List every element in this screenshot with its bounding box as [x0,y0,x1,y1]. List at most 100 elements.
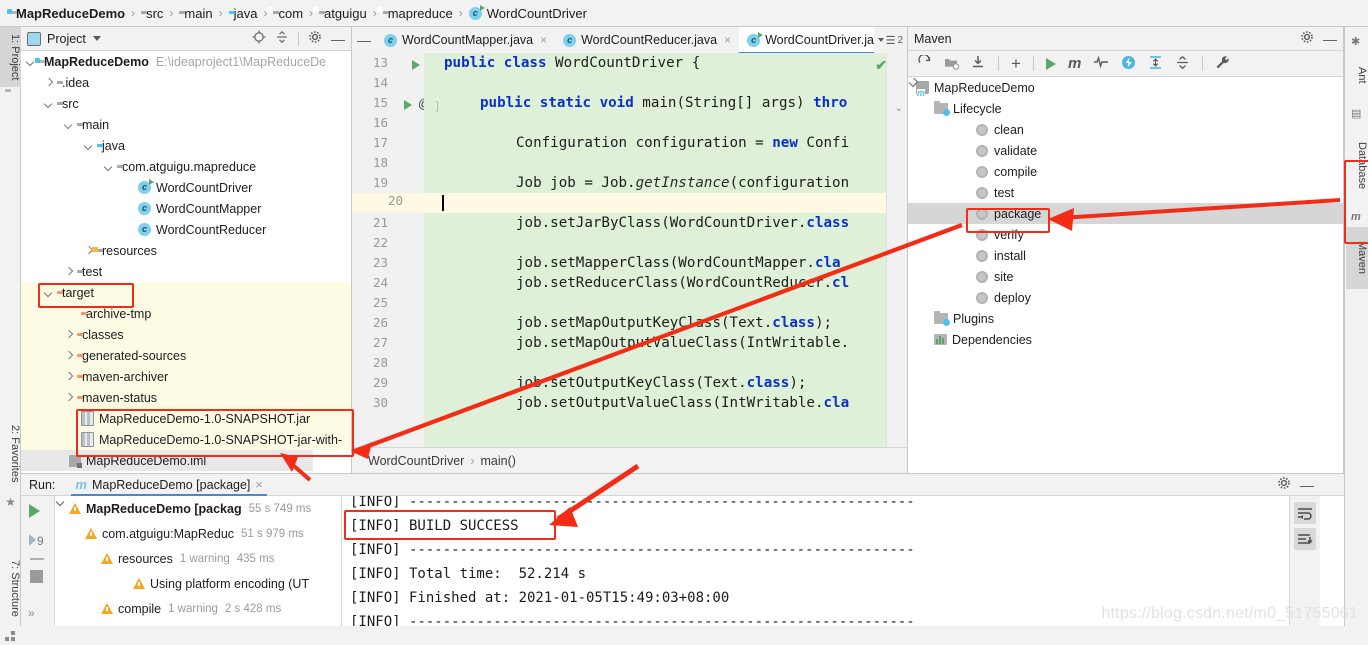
tree-item-jar-with-dependencies[interactable]: MapReduceDemo-1.0-SNAPSHOT-jar-with- [21,429,351,450]
breadcrumb-item-project[interactable]: MapReduceDemo [7,6,127,21]
build-tree-item-encoding-warning[interactable]: Using platform encoding (UT [55,571,341,596]
sidebar-item-favorites[interactable]: 2: Favorites [0,415,21,493]
tab-overflow-button[interactable]: ☰ 2 [874,27,907,53]
build-tree-item-compile[interactable]: compile 1 warning 2 s 428 ms [55,596,341,621]
project-tree[interactable]: MapReduceDemo E:\ideaproject1\MapReduceD… [21,51,351,473]
breadcrumb-item-class[interactable]: c WordCountDriver [467,4,589,21]
maven-tree-item-lifecycle[interactable]: Lifecycle [908,98,1343,119]
run-method-gutter-icon[interactable] [404,100,412,110]
breadcrumb-class[interactable]: WordCountDriver [368,454,464,468]
chevron-right-icon[interactable] [43,77,54,88]
maven-goal-install[interactable]: install [908,245,1343,266]
close-icon[interactable]: × [540,33,547,47]
breadcrumb-item-mapreduce[interactable]: mapreduce [376,6,455,21]
tree-item-maven-archiver[interactable]: maven-archiver [21,366,351,387]
tree-item-jar[interactable]: MapReduceDemo-1.0-SNAPSHOT.jar [21,408,351,429]
sidebar-item-database[interactable]: Database [1346,123,1368,209]
sidebar-item-ant[interactable]: Ant [1346,53,1368,98]
chevron-right-icon[interactable] [63,392,74,403]
stop-icon[interactable] [30,570,43,583]
maven-tree-item-project[interactable]: MapReduceDemo [908,77,1343,98]
chevron-right-icon[interactable] [63,329,74,340]
rerun-icon[interactable] [29,504,40,518]
tree-item-wordcountmapper[interactable]: c WordCountMapper [21,198,351,219]
close-icon[interactable]: × [724,33,731,47]
tree-item-resources[interactable]: resources [21,240,351,261]
chevron-down-icon[interactable] [83,140,94,151]
run-icon[interactable] [1045,57,1056,70]
tree-item-maven-status[interactable]: maven-status [21,387,351,408]
chevron-down-icon[interactable] [43,287,54,298]
soft-wrap-icon[interactable] [1294,502,1316,524]
chevron-down-icon[interactable]: ⌄ [895,103,903,114]
download-sources-icon[interactable] [971,55,986,73]
chevron-down-icon[interactable] [63,119,74,130]
build-tree-item-module[interactable]: com.atguigu:MapReduc 51 s 979 ms [55,521,341,546]
minimize-icon[interactable]: — [1300,478,1314,492]
breadcrumb-item-main[interactable]: main [177,6,214,21]
close-icon[interactable]: × [255,478,262,492]
chevron-down-icon[interactable] [92,36,101,41]
tab-wordcountdriver[interactable]: c WordCountDriver.java [739,27,874,53]
tree-item-idea[interactable]: .idea [21,72,351,93]
maven-tree[interactable]: MapReduceDemo Lifecycle clean validate c… [908,77,1343,473]
gear-icon[interactable] [1277,476,1291,493]
maven-goal-site[interactable]: site [908,266,1343,287]
maven-goal-deploy[interactable]: deploy [908,287,1343,308]
build-tree-item-root[interactable]: MapReduceDemo [packag 55 s 749 ms [55,496,341,521]
code-text[interactable]: public class WordCountDriver { public st… [436,53,907,448]
tree-item-module[interactable]: MapReduceDemo E:\ideaproject1\MapReduceD… [21,51,351,72]
breadcrumb-item-src[interactable]: src [139,6,165,21]
breadcrumb-item-java[interactable]: java [227,6,260,21]
chevron-right-icon[interactable] [63,371,74,382]
tree-item-wordcountreducer[interactable]: c WordCountReducer [21,219,351,240]
collapse-all-icon[interactable] [1175,55,1190,73]
locate-icon[interactable] [252,30,266,47]
minimize-icon[interactable]: — [331,32,345,46]
tree-item-package[interactable]: com.atguigu.mapreduce [21,156,351,177]
gear-icon[interactable] [1300,30,1314,47]
chevron-down-icon[interactable] [43,98,54,109]
tree-item-java[interactable]: java [21,135,351,156]
chevron-right-icon[interactable] [63,350,74,361]
maven-goal-verify[interactable]: verify [908,224,1343,245]
scroll-to-end-icon[interactable] [1294,528,1316,550]
run-build-tree[interactable]: MapReduceDemo [packag 55 s 749 ms com.at… [55,496,342,626]
offline-mode-icon[interactable] [1121,55,1136,73]
build-tree-item-file-encoding-warning[interactable]: File encoding has not been s [55,621,341,626]
more-icon[interactable]: » [28,606,35,620]
tree-item-iml[interactable]: MapReduceDemo.iml [21,450,313,471]
tree-item-archive-tmp[interactable]: archive-tmp [21,303,351,324]
breadcrumb-method[interactable]: main() [481,454,516,468]
tab-wordcountmapper[interactable]: c WordCountMapper.java × [376,27,555,53]
maven-tree-item-plugins[interactable]: Plugins [908,308,1343,329]
maven-goal-test[interactable]: test [908,182,1343,203]
tree-item-src[interactable]: src [21,93,351,114]
plus-icon[interactable]: + [1011,55,1021,72]
maven-goal-icon[interactable]: m [1068,55,1081,72]
maven-goal-package[interactable]: package [908,203,1343,224]
expand-icon[interactable] [1148,55,1163,73]
build-tree-item-resources[interactable]: resources 1 warning 435 ms [55,546,341,571]
run-tab-mapreducedemo-package[interactable]: m MapReduceDemo [package] × [71,473,268,496]
skip-tests-icon[interactable] [1093,55,1109,72]
sidebar-item-maven[interactable]: Maven [1346,227,1368,289]
breadcrumb-item-com[interactable]: com [267,6,305,21]
collapse-all-icon[interactable] [275,30,289,47]
refresh-icon[interactable] [917,53,932,73]
tree-item-generated-sources[interactable]: generated-sources [21,345,351,366]
minimize-icon[interactable]: — [352,27,376,53]
minimize-icon[interactable]: — [1323,32,1337,46]
sidebar-item-project[interactable]: 1: Project [0,27,21,87]
sidebar-item-structure[interactable]: 7: Structure [0,550,21,626]
gear-icon[interactable] [308,30,322,47]
maven-goal-validate[interactable]: validate [908,140,1343,161]
tab-wordcountreducer[interactable]: c WordCountReducer.java × [555,27,739,53]
maven-goal-compile[interactable]: compile [908,161,1343,182]
tree-item-target[interactable]: target [21,282,351,303]
run-class-gutter-icon[interactable] [412,60,420,70]
tree-item-wordcountdriver[interactable]: c WordCountDriver [21,177,351,198]
chevron-right-icon[interactable] [63,266,74,277]
settings-wrench-icon[interactable] [1215,55,1230,73]
maven-tree-item-dependencies[interactable]: Dependencies [908,329,1343,350]
